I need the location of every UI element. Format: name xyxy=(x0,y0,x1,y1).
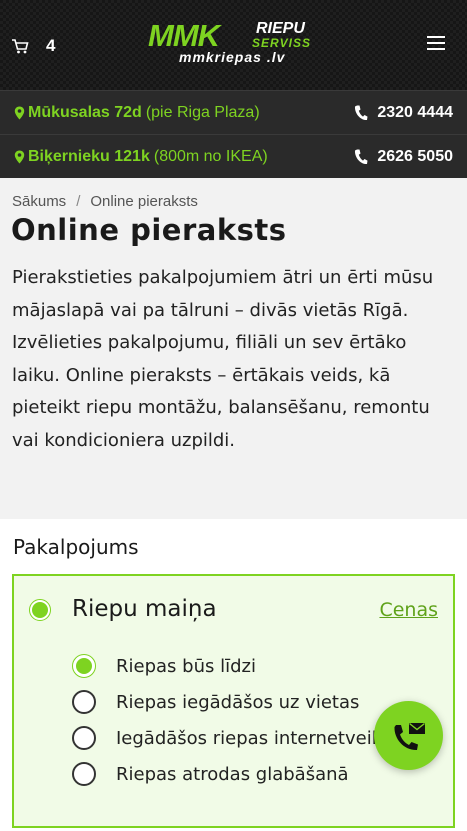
phone-mail-icon xyxy=(393,722,425,750)
option-label: Riepas būs līdzi xyxy=(116,655,256,677)
breadcrumb-current: Online pieraksts xyxy=(90,193,198,210)
phone-link-1[interactable]: 2320 4444 xyxy=(354,104,453,122)
option-label: Iegādāšos riepas internetveikalā xyxy=(116,727,409,749)
phone-icon xyxy=(355,105,368,120)
option-glabasana[interactable]: Riepas atrodas glabāšanā xyxy=(72,762,349,786)
service-section-title: Pakalpojums xyxy=(13,535,139,559)
radio-button[interactable] xyxy=(72,762,96,786)
breadcrumb-home[interactable]: Sākums xyxy=(12,193,66,210)
radio-button[interactable] xyxy=(72,690,96,714)
map-pin-icon xyxy=(14,150,25,163)
option-internetveikala[interactable]: Iegādāšos riepas internetveikalā xyxy=(72,726,409,750)
site-header: 4 MMK RIEPU SERVISS mmkriepas .lv xyxy=(0,0,467,90)
location-street: Mūkusalas 72d xyxy=(28,103,142,121)
page-title: Online pieraksts xyxy=(11,213,287,247)
location-note: (pie Riga Plaza) xyxy=(145,103,260,121)
phone-number: 2626 5050 xyxy=(377,147,453,165)
phone-icon xyxy=(355,149,368,164)
logo-url: mmkriepas .lv xyxy=(179,49,286,65)
location-address-2[interactable]: Biķernieku 121k (800m no IKEA) xyxy=(14,148,268,166)
location-address-1[interactable]: Mūkusalas 72d (pie Riga Plaza) xyxy=(14,104,260,122)
option-iegadasos-uz-vietas[interactable]: Riepas iegādāšos uz vietas xyxy=(72,690,359,714)
phone-number: 2320 4444 xyxy=(377,103,453,121)
radio-button[interactable] xyxy=(72,726,96,750)
option-label: Riepas atrodas glabāšanā xyxy=(116,763,349,785)
cart-button[interactable]: 4 xyxy=(11,36,55,56)
location-note: (800m no IKEA) xyxy=(153,147,268,165)
option-label: Riepas iegādāšos uz vietas xyxy=(116,691,360,713)
radio-button[interactable] xyxy=(72,654,96,678)
location-street: Biķernieku 121k xyxy=(28,147,150,165)
phone-link-2[interactable]: 2626 5050 xyxy=(354,148,453,166)
cart-count: 4 xyxy=(46,36,56,55)
breadcrumb: Sākums / Online pieraksts xyxy=(12,193,198,210)
site-logo[interactable]: MMK RIEPU SERVISS mmkriepas .lv xyxy=(148,18,348,70)
service-radio[interactable] xyxy=(29,599,51,621)
breadcrumb-separator: / xyxy=(76,193,81,210)
prices-link[interactable]: Cenas xyxy=(379,599,438,621)
intro-text: Pierakstieties pakalpojumiem ātri un ērt… xyxy=(12,267,434,451)
map-pin-icon xyxy=(14,106,25,119)
logo-riepu: RIEPU xyxy=(256,20,305,37)
location-bar-1: Mūkusalas 72d (pie Riga Plaza) 2320 4444 xyxy=(0,90,467,134)
location-bar-2: Biķernieku 121k (800m no IKEA) 2626 5050 xyxy=(0,134,467,178)
service-name: Riepu maiņa xyxy=(72,596,217,622)
option-riepas-lidzi[interactable]: Riepas būs līdzi xyxy=(72,654,256,678)
logo-serviss: SERVISS xyxy=(252,36,312,50)
contact-fab-button[interactable] xyxy=(374,701,443,770)
cart-icon xyxy=(12,39,29,54)
hamburger-menu-icon[interactable] xyxy=(427,36,445,50)
